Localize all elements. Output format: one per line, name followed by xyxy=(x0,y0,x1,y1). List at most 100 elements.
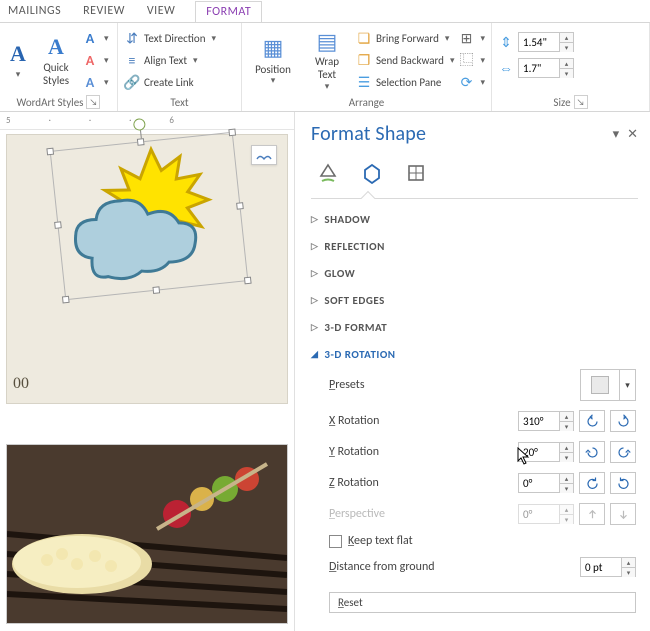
section-3d-rotation[interactable]: ◢3-D ROTATION xyxy=(311,348,638,361)
distance-input[interactable]: ▴▾ xyxy=(580,557,636,577)
spin-down[interactable]: ▾ xyxy=(560,483,573,493)
resize-handle[interactable] xyxy=(152,286,160,294)
section-glow[interactable]: ▷GLOW xyxy=(311,267,638,280)
x-rotation-label: X Rotation xyxy=(329,414,510,428)
layout-properties-tab[interactable] xyxy=(403,160,429,186)
format-shape-pane: Format Shape ▾ ✕ ▷SHADOW ▷REFLECTION ▷GL… xyxy=(294,112,650,631)
width-icon: ⇔ xyxy=(498,60,514,76)
text-direction-button[interactable]: ⇵Text Direction▾ xyxy=(124,28,216,48)
pane-title: Format Shape xyxy=(311,122,426,146)
resize-handle[interactable] xyxy=(228,128,236,136)
group-label-arrange: Arrange xyxy=(248,96,485,111)
inserted-picture[interactable] xyxy=(6,444,288,624)
layout-options-button[interactable] xyxy=(251,145,277,165)
document-canvas[interactable]: 5··· 6 xyxy=(0,112,294,631)
spin-up[interactable]: ▴ xyxy=(622,558,635,567)
size-launcher[interactable]: ↘ xyxy=(574,95,588,109)
spin-up[interactable]: ▴ xyxy=(560,474,573,483)
perspective-up-button xyxy=(579,503,605,525)
group-label-text: Text xyxy=(124,96,235,111)
fill-line-tab[interactable] xyxy=(315,160,341,186)
align-text-button[interactable]: ≡Align Text▾ xyxy=(124,50,216,70)
perspective-down-button xyxy=(610,503,636,525)
section-reflection[interactable]: ▷REFLECTION xyxy=(311,240,638,253)
wrap-text-button[interactable]: ▤ Wrap Text▾ xyxy=(302,26,352,92)
sun-cloud-icon xyxy=(51,133,250,301)
wordart-swatch[interactable]: A ▾ xyxy=(6,26,30,92)
preset-swatch-icon xyxy=(591,376,609,394)
section-3d-format[interactable]: ▷3-D FORMAT xyxy=(311,321,638,334)
wordart-launcher[interactable]: ↘ xyxy=(86,95,100,109)
page-text-fragment: 00 xyxy=(13,375,29,393)
group-button[interactable]: ⿺▾ xyxy=(458,50,485,70)
align-text-icon: ≡ xyxy=(124,52,140,68)
x-rotate-right-button[interactable] xyxy=(610,410,636,432)
z-rotate-ccw-button[interactable] xyxy=(579,472,605,494)
resize-handle[interactable] xyxy=(54,221,62,229)
z-rotation-input[interactable]: ▴▾ xyxy=(518,473,574,493)
effects-a-icon: A xyxy=(82,74,98,90)
align-button[interactable]: ⊞▾ xyxy=(458,28,485,48)
spin-down[interactable]: ▾ xyxy=(560,452,573,462)
x-rotation-input[interactable]: ▴▾ xyxy=(518,411,574,431)
tab-format[interactable]: FORMAT xyxy=(195,1,262,22)
y-rotation-input[interactable]: ▴▾ xyxy=(518,442,574,462)
horizontal-ruler: 5··· 6 xyxy=(0,112,294,130)
spin-up[interactable]: ▴ xyxy=(560,412,573,421)
align-icon: ⊞ xyxy=(458,30,474,46)
selected-shape[interactable] xyxy=(50,132,249,300)
send-backward-button[interactable]: ❐Send Backward▾ xyxy=(356,50,454,70)
y-rotate-right-button[interactable] xyxy=(610,441,636,463)
resize-handle[interactable] xyxy=(236,202,244,210)
group-arrange: ▦ Position▾ ▤ Wrap Text▾ ❏Bring Forward▾… xyxy=(242,23,492,111)
bring-forward-button[interactable]: ❏Bring Forward▾ xyxy=(356,28,454,48)
text-outline-button[interactable]: A▾ xyxy=(82,50,109,70)
letter-a-styles-icon: A xyxy=(40,30,72,62)
position-icon: ▦ xyxy=(257,32,289,64)
layout-options-icon xyxy=(256,149,272,161)
tab-mailings[interactable]: MAILINGS xyxy=(6,0,63,22)
shape-width-input[interactable]: ▴▾ xyxy=(518,58,574,78)
resize-handle[interactable] xyxy=(46,148,54,156)
tab-review[interactable]: REVIEW xyxy=(81,0,127,22)
height-icon: ⇕ xyxy=(498,34,514,50)
create-link-button[interactable]: 🔗Create Link xyxy=(124,72,216,92)
bring-forward-icon: ❏ xyxy=(356,30,372,46)
resize-handle[interactable] xyxy=(137,138,145,146)
perspective-input: ▴▾ xyxy=(518,504,574,524)
section-soft-edges[interactable]: ▷SOFT EDGES xyxy=(311,294,638,307)
text-effects-button[interactable]: A▾ xyxy=(82,72,109,92)
group-text: ⇵Text Direction▾ ≡Align Text▾ 🔗Create Li… xyxy=(118,23,242,111)
chevron-down-icon: ▾ xyxy=(620,369,636,401)
selection-pane-button[interactable]: ☰Selection Pane xyxy=(356,72,454,92)
rotate-button[interactable]: ⟳▾ xyxy=(458,72,485,92)
presets-label: Presets xyxy=(329,378,572,392)
spin-up[interactable]: ▴ xyxy=(560,59,573,68)
x-rotate-left-button[interactable] xyxy=(579,410,605,432)
section-shadow[interactable]: ▷SHADOW xyxy=(311,213,638,226)
close-pane-button[interactable]: ✕ xyxy=(627,127,638,142)
spin-down[interactable]: ▾ xyxy=(622,567,635,577)
y-rotate-left-button[interactable] xyxy=(579,441,605,463)
wrap-text-icon: ▤ xyxy=(311,26,343,56)
effects-tab[interactable] xyxy=(359,160,385,186)
tab-view[interactable]: VIEW xyxy=(145,0,177,22)
spin-up[interactable]: ▴ xyxy=(560,33,573,42)
z-rotate-cw-button[interactable] xyxy=(610,472,636,494)
pane-options-button[interactable]: ▾ xyxy=(613,127,620,142)
keep-text-flat-checkbox[interactable]: Keep text flat xyxy=(329,534,636,548)
spin-down[interactable]: ▾ xyxy=(560,68,573,78)
resize-handle[interactable] xyxy=(62,296,70,304)
shape-height-input[interactable]: ▴▾ xyxy=(518,32,574,52)
fill-a-icon: A xyxy=(82,30,98,46)
letter-a-icon: A xyxy=(2,38,34,70)
position-button[interactable]: ▦ Position▾ xyxy=(248,26,298,92)
quick-styles-button[interactable]: A Quick Styles xyxy=(34,26,78,92)
text-fill-button[interactable]: A▾ xyxy=(82,28,109,48)
spin-up[interactable]: ▴ xyxy=(560,443,573,452)
presets-dropdown[interactable]: ▾ xyxy=(580,369,636,401)
resize-handle[interactable] xyxy=(244,277,252,285)
spin-down[interactable]: ▾ xyxy=(560,421,573,431)
spin-down[interactable]: ▾ xyxy=(560,42,573,52)
reset-button[interactable]: Reset xyxy=(329,592,636,613)
